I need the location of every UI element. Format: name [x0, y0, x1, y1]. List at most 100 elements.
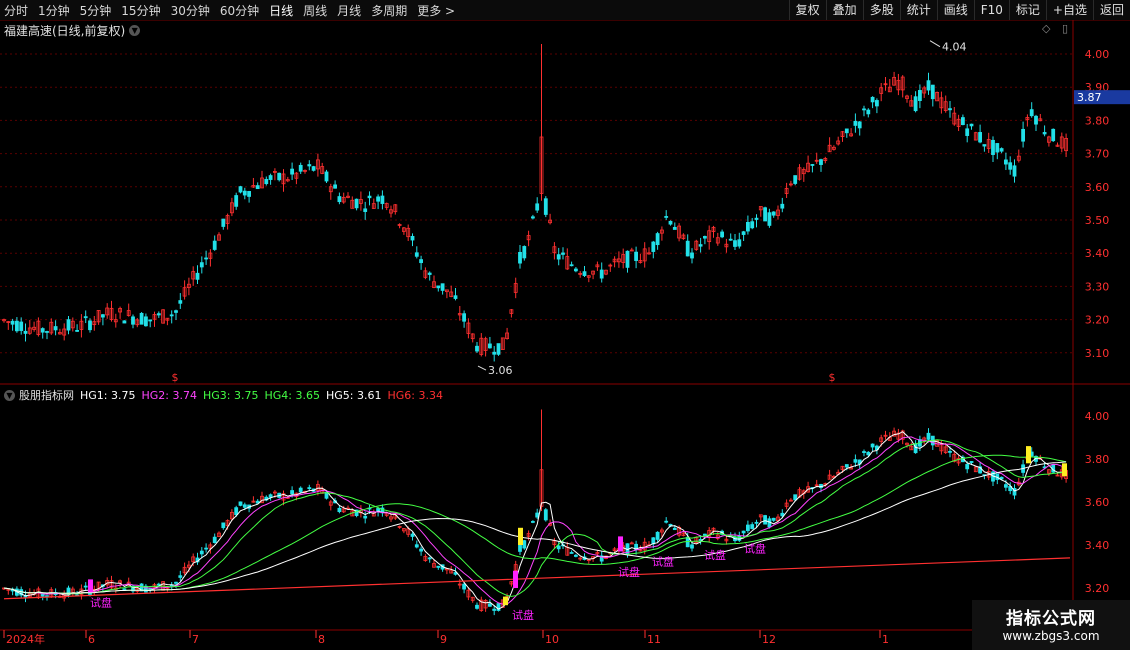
main-candle [1004, 159, 1008, 165]
signal-bar [1026, 446, 1031, 464]
indicator-candle [221, 522, 226, 529]
toolbar-button-1[interactable]: 叠加 [825, 0, 863, 20]
main-candle [991, 139, 995, 155]
period-tab-9[interactable]: 多周期 [371, 2, 407, 19]
indicator-candle [204, 547, 209, 550]
main-candle [771, 211, 776, 216]
toolbar-button-7[interactable]: +自选 [1045, 0, 1093, 20]
indicator-candle [298, 487, 303, 493]
main-candle [255, 185, 260, 190]
toolbar-button-6[interactable]: 标记 [1008, 0, 1046, 20]
hg4-line [3, 454, 1067, 594]
indicator-candle [866, 451, 871, 456]
main-candle [844, 128, 849, 134]
price-axis-label: 3.60 [1085, 181, 1110, 194]
main-candle [767, 212, 772, 226]
toolbar-button-8[interactable]: 返回 [1092, 0, 1130, 20]
indicator-candle [746, 524, 750, 532]
main-candle [531, 216, 535, 219]
chart-canvas[interactable]: 4.003.903.803.703.603.503.403.303.203.10… [0, 20, 1130, 650]
high-marker: 4.04 [942, 41, 967, 54]
toolbar-button-4[interactable]: 画线 [936, 0, 974, 20]
toolbar-button-0[interactable]: 复权 [788, 0, 826, 20]
indicator-name: 股朋指标网 [19, 389, 74, 402]
main-candle [978, 132, 982, 143]
main-candle [178, 300, 183, 304]
main-candle [475, 345, 479, 352]
main-candle [174, 310, 178, 313]
signal-label: 试盘 [512, 608, 534, 622]
indicator-value-4: HG5: 3.61 [326, 388, 382, 402]
period-tab-8[interactable]: 月线 [337, 2, 361, 19]
signal-bar [513, 570, 518, 588]
main-candle [363, 208, 368, 212]
main-candle [23, 330, 28, 334]
indicator-candle [763, 515, 767, 525]
indicator-candle [556, 545, 561, 550]
main-candle [143, 316, 148, 327]
indicator-candle [629, 542, 634, 545]
indicator-candle [780, 512, 785, 517]
watermark-title: 指标公式网 [1006, 609, 1096, 629]
toolbar-button-5[interactable]: F10 [973, 0, 1009, 20]
main-candle [10, 320, 15, 325]
time-axis-label: 9 [440, 633, 447, 646]
main-candle [664, 216, 669, 218]
price-axis-label: 3.70 [1085, 148, 1110, 161]
main-candle [234, 195, 239, 207]
main-candle [311, 166, 316, 171]
main-candle [690, 252, 694, 259]
main-candle [918, 90, 922, 101]
hg3-line [3, 439, 1067, 597]
main-candle [195, 272, 200, 280]
main-candle [746, 221, 750, 232]
main-candle [930, 84, 935, 100]
main-candle [668, 220, 673, 225]
main-candle [376, 196, 381, 202]
period-tab-0[interactable]: 分时 [4, 2, 28, 19]
main-candle [582, 271, 587, 276]
toolbar: 分时 1分钟 5分钟 15分钟 30分钟 60分钟 日线 周线 月线 多周期 更多 > 复权 叠加 多股… [0, 0, 1130, 21]
main-candle [969, 123, 974, 127]
watermark-url: www.zbgs3.com [1002, 629, 1100, 643]
period-tab-6[interactable]: 日线 [269, 2, 293, 19]
signal-bar [518, 527, 523, 545]
period-tab-3[interactable]: 15分钟 [121, 2, 160, 19]
main-candle [965, 128, 970, 136]
indicator-candle [999, 476, 1004, 480]
period-tab-5[interactable]: 60分钟 [220, 2, 259, 19]
chevron-down-icon[interactable]: ▼ [4, 389, 15, 401]
main-candle [380, 195, 385, 204]
main-candle [204, 257, 209, 260]
indicator-candle [754, 521, 759, 524]
signal-bar [1062, 463, 1067, 477]
period-tab-1[interactable]: 1分钟 [38, 2, 70, 19]
main-candle [75, 329, 79, 332]
period-tab-4[interactable]: 30分钟 [171, 2, 210, 19]
main-candle [518, 251, 522, 264]
indicator-candle [414, 544, 419, 548]
main-candle [427, 272, 432, 275]
period-tab-7[interactable]: 周线 [303, 2, 327, 19]
indicator-candle [492, 608, 497, 611]
main-candle [440, 283, 445, 291]
price-axis-label: 3.50 [1085, 214, 1110, 227]
watermark: 指标公式网 www.zbgs3.com [972, 600, 1130, 650]
main-candle [1012, 165, 1017, 177]
period-tab-10[interactable]: 更多 > [417, 2, 455, 19]
time-axis-label: 6 [88, 633, 95, 646]
indicator-value-5: HG6: 3.34 [387, 388, 444, 402]
indicator-candle [337, 507, 342, 513]
main-candle [156, 313, 161, 316]
indicator-axis-label: 3.20 [1085, 582, 1110, 595]
main-candle [66, 319, 71, 331]
time-axis-label: 7 [192, 633, 199, 646]
indicator-axis-label: 4.00 [1085, 410, 1110, 423]
period-tab-2[interactable]: 5分钟 [80, 2, 112, 19]
toolbar-button-3[interactable]: 统计 [899, 0, 937, 20]
indicator-candle [487, 603, 492, 607]
toolbar-button-2[interactable]: 多股 [862, 0, 900, 20]
main-candle [354, 198, 359, 209]
indicator-candle [307, 487, 312, 489]
main-candle [810, 164, 815, 166]
